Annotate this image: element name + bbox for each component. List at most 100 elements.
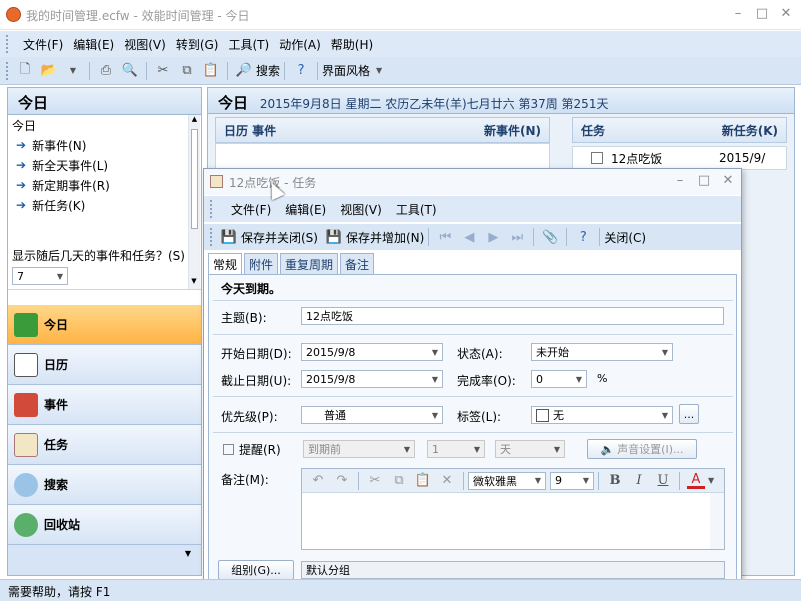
- status-select[interactable]: 未开始 ▼: [531, 343, 673, 361]
- help-icon[interactable]: ?: [574, 228, 592, 246]
- subject-value: 12点吃饭: [306, 310, 353, 323]
- open-folder-icon[interactable]: 📂: [40, 62, 58, 80]
- tab-recurrence[interactable]: 重复周期: [280, 252, 339, 275]
- redo-icon[interactable]: ↷: [333, 472, 351, 490]
- next-icon[interactable]: ▶: [484, 228, 502, 246]
- remind-unit-value: 天: [500, 443, 511, 456]
- nav-tasks[interactable]: 任务: [8, 425, 201, 465]
- new-event-link[interactable]: ➔ 新事件(N): [8, 135, 201, 155]
- last-icon[interactable]: ⏭: [508, 228, 526, 246]
- font-select[interactable]: 微软雅黑 ▼: [468, 471, 546, 490]
- dropdown-icon[interactable]: ▼: [64, 62, 82, 80]
- start-date-label: 开始日期(D):: [221, 347, 292, 361]
- font-size-select[interactable]: 9 ▼: [550, 471, 594, 490]
- dialog-close-button[interactable]: 关闭(C): [604, 229, 646, 246]
- nav-calendar[interactable]: 日历: [8, 345, 201, 385]
- menu-help[interactable]: 帮助(H): [331, 33, 373, 56]
- menu-edit[interactable]: 编辑(E): [73, 33, 114, 56]
- print-icon[interactable]: ⎙: [97, 62, 115, 80]
- nav-search[interactable]: 搜索: [8, 465, 201, 505]
- font-color-icon[interactable]: A: [687, 472, 705, 489]
- previous-icon[interactable]: ◀: [460, 228, 478, 246]
- underline-icon[interactable]: U: [654, 472, 672, 490]
- clear-format-icon[interactable]: ✕: [438, 472, 456, 490]
- task-row[interactable]: 12点吃饭 2015/9/: [572, 146, 787, 170]
- group-button[interactable]: 组别(G)...: [218, 560, 294, 580]
- tab-attachments[interactable]: 附件: [244, 252, 279, 275]
- dialog-menu-view[interactable]: 视图(V): [340, 201, 382, 218]
- dialog-close-icon[interactable]: ✕: [718, 173, 738, 189]
- chevron-down-icon: ▼: [431, 374, 438, 384]
- scroll-down-icon[interactable]: ▼: [189, 277, 199, 289]
- notes-editor[interactable]: ↶ ↷ ✂ ⧉ 📋 ✕ 微软雅黑 ▼ 9 ▼ B I U A ▼: [301, 468, 725, 550]
- maximize-icon[interactable]: □: [752, 6, 772, 22]
- bold-icon[interactable]: B: [606, 472, 624, 490]
- copy-icon[interactable]: ⧉: [390, 472, 408, 490]
- copy-icon[interactable]: ⧉: [178, 62, 196, 80]
- toolbar-grip[interactable]: [6, 35, 9, 53]
- toolbar-grip[interactable]: [210, 228, 213, 246]
- tag-select[interactable]: 无 ▼: [531, 406, 673, 424]
- save-close-button[interactable]: 💾 保存并关闭(S): [217, 228, 318, 246]
- remind-checkbox[interactable]: 提醒(R): [223, 441, 281, 458]
- home-icon: [14, 312, 38, 337]
- menu-tools[interactable]: 工具(T): [228, 33, 269, 56]
- tab-general[interactable]: 常规: [208, 252, 243, 275]
- italic-icon[interactable]: I: [630, 472, 648, 490]
- cut-icon[interactable]: ✂: [154, 62, 172, 80]
- first-icon[interactable]: ⏮: [436, 228, 454, 246]
- tag-more-button[interactable]: ...: [679, 404, 699, 424]
- new-allday-event-link[interactable]: ➔ 新全天事件(L): [8, 155, 201, 175]
- chevron-down-icon[interactable]: ▼: [708, 476, 714, 485]
- dialog-menu-file[interactable]: 文件(F): [231, 201, 271, 218]
- calendar-icon: [14, 352, 38, 377]
- minimize-icon[interactable]: –: [728, 6, 748, 22]
- due-date-picker[interactable]: 2015/9/8 ▼: [301, 370, 443, 388]
- cut-icon[interactable]: ✂: [366, 472, 384, 490]
- menu-goto[interactable]: 转到(G): [176, 33, 219, 56]
- scroll-up-icon[interactable]: ▲: [189, 115, 200, 127]
- complete-spinner[interactable]: 0 ▼: [531, 370, 587, 388]
- paste-icon[interactable]: 📋: [414, 472, 432, 490]
- nav-recycle-bin[interactable]: 回收站: [8, 505, 201, 545]
- remind-number-value: 1: [432, 442, 439, 456]
- new-task-button[interactable]: 新任务(K): [722, 122, 778, 139]
- dialog-minimize-icon[interactable]: –: [670, 173, 690, 189]
- nav-today[interactable]: 今日: [8, 305, 201, 345]
- menu-actions[interactable]: 动作(A): [279, 33, 321, 56]
- theme-button[interactable]: 界面风格 ▼: [322, 62, 382, 79]
- new-recurring-event-link[interactable]: ➔ 新定期事件(R): [8, 175, 201, 195]
- scrollbar[interactable]: ▲ ▼: [188, 115, 200, 289]
- new-event-button[interactable]: 新事件(N): [484, 122, 541, 139]
- print-preview-icon[interactable]: 🔍: [121, 62, 139, 80]
- subject-input[interactable]: 12点吃饭: [301, 307, 724, 325]
- priority-select[interactable]: 普通 ▼: [301, 406, 443, 424]
- menu-view[interactable]: 视图(V): [124, 33, 166, 56]
- nav-recycle-label: 回收站: [44, 518, 81, 532]
- tab-notes[interactable]: 备注: [340, 252, 375, 275]
- notes-scrollbar[interactable]: [710, 493, 724, 549]
- dialog-menu-tools[interactable]: 工具(T): [396, 201, 437, 218]
- nav-more-button[interactable]: ▼: [8, 545, 201, 575]
- attachment-icon[interactable]: 📎: [541, 228, 559, 246]
- start-date-picker[interactable]: 2015/9/8 ▼: [301, 343, 443, 361]
- days-select[interactable]: 7 ▼: [12, 267, 68, 285]
- dialog-menu-edit[interactable]: 编辑(E): [285, 201, 326, 218]
- notes-toolbar: ↶ ↷ ✂ ⧉ 📋 ✕ 微软雅黑 ▼ 9 ▼ B I U A ▼: [302, 469, 724, 493]
- undo-icon[interactable]: ↶: [309, 472, 327, 490]
- toolbar-grip[interactable]: [210, 200, 213, 218]
- nav-events[interactable]: 事件: [8, 385, 201, 425]
- help-icon[interactable]: ?: [292, 62, 310, 80]
- menu-file[interactable]: 文件(F): [23, 33, 63, 56]
- toolbar-grip[interactable]: [6, 61, 9, 80]
- dialog-maximize-icon[interactable]: □: [694, 173, 714, 189]
- close-icon[interactable]: ✕: [776, 6, 796, 22]
- task-checkbox[interactable]: [591, 152, 603, 164]
- paste-icon[interactable]: 📋: [202, 62, 220, 80]
- save-add-button[interactable]: 💾 保存并增加(N): [322, 228, 424, 246]
- separator: [566, 228, 568, 246]
- search-button[interactable]: 🔎 搜索: [232, 62, 280, 80]
- new-file-icon[interactable]: 🗋: [16, 62, 34, 80]
- new-task-link[interactable]: ➔ 新任务(K): [8, 195, 201, 215]
- scroll-thumb[interactable]: [191, 129, 198, 229]
